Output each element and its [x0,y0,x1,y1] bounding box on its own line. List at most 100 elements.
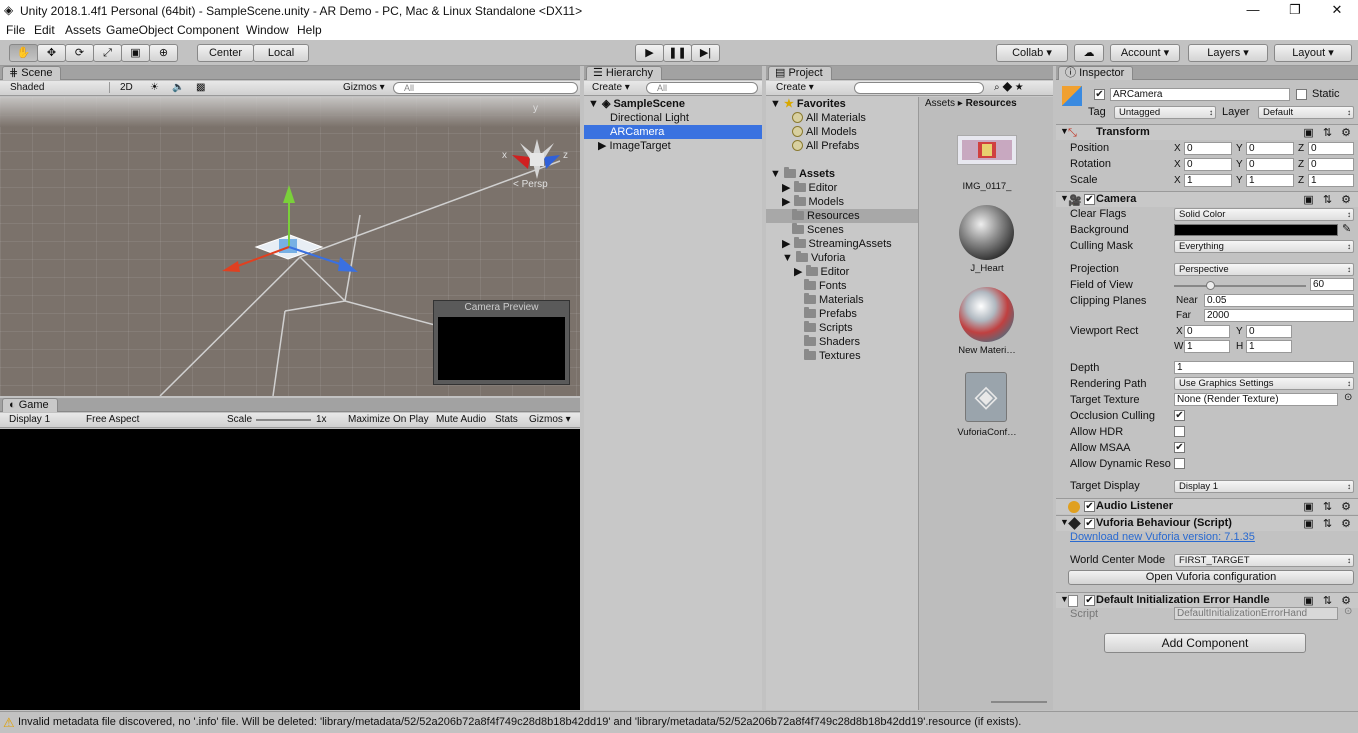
hierarchy-tab[interactable]: ☰ Hierarchy [586,66,662,80]
move-tool-icon[interactable]: ✥ [37,44,66,62]
fav-all-models[interactable]: All Models [792,125,857,139]
breadcrumb-assets[interactable]: Assets [925,98,955,109]
audio-listener-header[interactable]: ✔ Audio Listener ▣ ⇅ ⚙ [1056,498,1358,514]
hierarchy-item-arcamera[interactable]: ARCamera [584,125,762,139]
persp-label[interactable]: < Persp [513,179,548,190]
rect-tool-icon[interactable]: ▣ [121,44,150,62]
scene-search-input[interactable]: All [393,82,578,94]
game-gizmos-dropdown[interactable]: Gizmos ▾ [529,414,571,425]
maximize-on-play-toggle[interactable]: Maximize On Play [348,414,429,425]
far-field[interactable]: 2000 [1204,309,1354,322]
allow-dynamic-resolution-checkbox[interactable] [1174,458,1185,469]
thumbnail-size-slider[interactable] [991,701,1047,703]
add-component-button[interactable]: Add Component [1104,633,1306,653]
step-icon[interactable]: ▶| [691,44,720,62]
occlusion-culling-checkbox[interactable]: ✔ [1174,410,1185,421]
pause-icon[interactable]: ❚❚ [663,44,692,62]
game-tab[interactable]: ◐ Game [2,398,58,412]
minimize-icon[interactable]: — [1238,2,1268,17]
folder-resources[interactable]: Resources [766,209,918,223]
favorites-node[interactable]: ▼ ★ Favorites [770,97,846,111]
game-viewport[interactable] [0,429,580,710]
menu-gameobject[interactable]: GameObject [106,23,173,37]
folder-streamingassets[interactable]: ▶ StreamingAssets [782,237,892,251]
menu-edit[interactable]: Edit [34,23,55,37]
layout-button[interactable]: Layout ▾ [1274,44,1352,62]
camera-enabled-checkbox[interactable]: ✔ [1084,194,1095,205]
depth-field[interactable]: 1 [1174,361,1354,374]
maximize-icon[interactable]: ❐ [1280,2,1310,18]
rotation-x[interactable]: 0 [1184,158,1232,171]
component-menu-icons[interactable]: ▣ ⇅ ⚙ [1303,193,1354,206]
hierarchy-item-imagetarget[interactable]: ▶ ImageTarget [598,139,671,153]
aspect-dropdown[interactable]: Free Aspect [86,414,139,425]
fov-field[interactable]: 60 [1310,278,1354,291]
rotate-tool-icon[interactable]: ⟳ [65,44,94,62]
folder-models[interactable]: ▶ Models [782,195,844,209]
allow-hdr-checkbox[interactable] [1174,426,1185,437]
folder-vuforia[interactable]: ▼ Vuforia [782,251,845,265]
target-display-dropdown[interactable]: Display 1 [1174,480,1354,493]
component-menu-icons[interactable]: ▣ ⇅ ⚙ [1303,517,1354,530]
scene-root[interactable]: ▼ ◈ SampleScene [588,97,685,111]
image-effects-icon[interactable]: ▩ [196,82,205,93]
folder-prefabs[interactable]: Prefabs [804,307,857,321]
vuforia-behaviour-header[interactable]: ▼ ✔ Vuforia Behaviour (Script) ▣ ⇅ ⚙ [1056,515,1358,531]
world-center-mode-dropdown[interactable]: FIRST_TARGET [1174,554,1354,567]
status-bar[interactable]: ⚠ Invalid metadata file discovered, no '… [0,711,1358,733]
eyedropper-icon[interactable]: ✎ [1342,222,1351,235]
folder-shaders[interactable]: Shaders [804,335,860,349]
pivot-center-button[interactable]: Center [197,44,254,62]
audio-icon[interactable]: 🔈 [172,82,184,93]
background-color-swatch[interactable] [1174,224,1338,236]
active-checkbox[interactable]: ✔ [1094,89,1105,100]
component-menu-icons[interactable]: ▣ ⇅ ⚙ [1303,126,1354,139]
position-z[interactable]: 0 [1308,142,1354,155]
menu-help[interactable]: Help [297,23,322,37]
menu-component[interactable]: Component [177,23,239,37]
j-heart-sphere-thumbnail[interactable] [959,205,1014,260]
scale-tool-icon[interactable]: ⤢ [93,44,122,62]
hand-tool-icon[interactable]: ✋ [9,44,38,62]
collab-button[interactable]: Collab ▾ [996,44,1068,62]
rotation-y[interactable]: 0 [1246,158,1294,171]
transform-tool-icon[interactable]: ⊕ [149,44,178,62]
folder-scripts[interactable]: Scripts [804,321,853,335]
account-button[interactable]: Account ▾ [1110,44,1180,62]
projection-dropdown[interactable]: Perspective [1174,263,1354,276]
folder-editor[interactable]: ▶ Editor [782,181,837,195]
stats-toggle[interactable]: Stats [495,414,518,425]
shading-dropdown[interactable]: Shaded [10,82,110,93]
fav-all-materials[interactable]: All Materials [792,111,866,125]
viewport-h[interactable]: 1 [1246,340,1292,353]
culling-mask-dropdown[interactable]: Everything [1174,240,1354,253]
camera-header[interactable]: ▼ 🎥 ✔ Camera ▣ ⇅ ⚙ [1056,191,1358,207]
download-vuforia-link[interactable]: Download new Vuforia version: 7.1.35 [1070,531,1255,543]
near-field[interactable]: 0.05 [1204,294,1354,307]
audio-listener-checkbox[interactable]: ✔ [1084,501,1095,512]
filter-icons[interactable]: ⌕ ◆ ★ [994,82,1023,93]
position-y[interactable]: 0 [1246,142,1294,155]
display-dropdown[interactable]: Display 1 [9,414,50,425]
default-init-checkbox[interactable]: ✔ [1084,595,1095,606]
viewport-y[interactable]: 0 [1246,325,1292,338]
viewport-w[interactable]: 1 [1184,340,1230,353]
menu-window[interactable]: Window [246,23,289,37]
folder-textures[interactable]: Textures [804,349,861,363]
fov-slider-knob[interactable] [1205,281,1215,290]
vuforia-behaviour-checkbox[interactable]: ✔ [1084,518,1095,529]
hierarchy-search-input[interactable]: All [646,82,758,94]
object-picker-icon[interactable]: ⊙ [1344,392,1352,403]
menu-assets[interactable]: Assets [65,23,101,37]
scale-x[interactable]: 1 [1184,174,1232,187]
clear-flags-dropdown[interactable]: Solid Color [1174,208,1354,221]
fov-slider-track[interactable] [1174,281,1306,290]
object-name-field[interactable]: ARCamera [1110,88,1290,101]
close-icon[interactable]: ✕ [1322,2,1352,18]
menu-file[interactable]: File [6,23,25,37]
position-x[interactable]: 0 [1184,142,1232,155]
layers-button[interactable]: Layers ▾ [1188,44,1268,62]
allow-msaa-checkbox[interactable]: ✔ [1174,442,1185,453]
light-icon[interactable]: ☀ [150,82,159,93]
mute-audio-toggle[interactable]: Mute Audio [436,414,486,425]
